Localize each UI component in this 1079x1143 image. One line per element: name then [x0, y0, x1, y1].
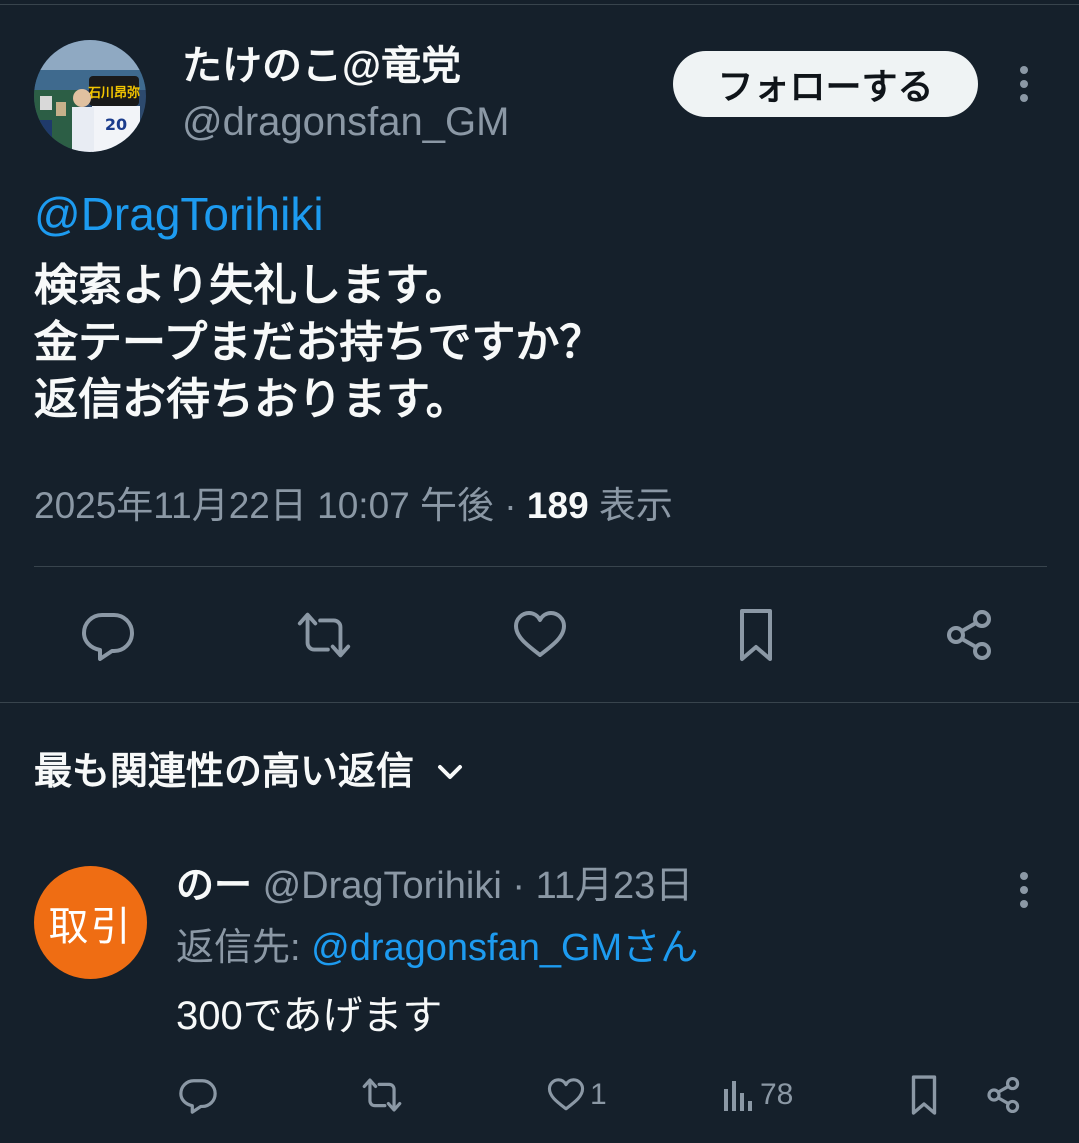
- author-display-name[interactable]: たけのこ@竜党: [182, 42, 461, 90]
- meta-separator: ·: [494, 485, 527, 526]
- reply-sort-label: 最も関連性の高い返信: [34, 751, 415, 793]
- divider: [34, 566, 1047, 567]
- section-divider: [0, 702, 1079, 703]
- tweet-meta: 2025年11月22日 10:07 午後 · 189 表示: [34, 480, 673, 532]
- reply-dot: ·: [501, 865, 536, 907]
- top-divider: [0, 4, 1079, 5]
- reply-reply-icon[interactable]: [178, 1072, 218, 1118]
- author-handle[interactable]: @dragonsfan_GM: [182, 98, 509, 146]
- reply-like-icon: [547, 1078, 585, 1111]
- reply-to-label: 返信先:: [176, 927, 312, 969]
- analytics-icon: [724, 1081, 752, 1111]
- share-icon[interactable]: [940, 605, 1000, 665]
- reply-icon[interactable]: [78, 605, 138, 665]
- reply-sort-dropdown[interactable]: 最も関連性の高い返信: [34, 746, 464, 798]
- avatar-jersey-number: 20: [105, 115, 127, 134]
- chevron-down-icon: [438, 765, 463, 779]
- reply-body: 300であげます: [176, 994, 443, 1038]
- bookmark-icon[interactable]: [726, 605, 786, 665]
- like-icon[interactable]: [510, 605, 570, 665]
- reply-author-handle[interactable]: @DragTorihiki: [263, 865, 502, 907]
- views-count: 189: [526, 485, 589, 526]
- tweet-mention-link[interactable]: @DragTorihiki: [34, 186, 324, 242]
- reply-avatar-text: 取引: [48, 904, 133, 949]
- reply-date[interactable]: 11月23日: [536, 865, 694, 907]
- reply-avatar[interactable]: 取引: [34, 866, 147, 979]
- reply-share-icon[interactable]: [984, 1072, 1024, 1118]
- tweet-body: 検索より失礼します。 金テープまだお持ちですか？ 返信お待ちおります。: [34, 257, 603, 428]
- reply-author-name[interactable]: のー: [176, 865, 252, 907]
- reply-views-count: 78: [760, 1078, 794, 1111]
- reply-retweet-icon[interactable]: [360, 1072, 404, 1118]
- author-avatar[interactable]: 石川昂弥 20: [34, 40, 146, 152]
- reply-bookmark-icon[interactable]: [906, 1072, 942, 1118]
- views-label: 表示: [588, 485, 673, 526]
- tweet-line: 検索より失礼します。: [34, 261, 469, 310]
- reply-views-button[interactable]: 78: [722, 1072, 793, 1118]
- retweet-icon[interactable]: [294, 605, 354, 665]
- reply-like-count: 1: [590, 1078, 607, 1111]
- reply-more-options-icon[interactable]: [1010, 868, 1038, 912]
- more-options-icon[interactable]: [1010, 62, 1038, 106]
- reply-header: のー @DragTorihiki · 11月23日: [176, 860, 693, 912]
- tweet-timestamp[interactable]: 2025年11月22日 10:07 午後: [34, 485, 494, 526]
- reply-to-handle[interactable]: @dragonsfan_GMさん: [311, 927, 698, 969]
- tweet-line: 返信お待ちおります。: [34, 375, 470, 424]
- reply-to-line: 返信先: @dragonsfan_GMさん: [176, 922, 698, 974]
- tweet-line: 金テープまだお持ちですか？: [34, 318, 604, 367]
- avatar-banner-text: 石川昂弥: [87, 85, 140, 101]
- follow-button[interactable]: フォローする: [673, 51, 978, 117]
- reply-like-button[interactable]: 1: [546, 1072, 607, 1118]
